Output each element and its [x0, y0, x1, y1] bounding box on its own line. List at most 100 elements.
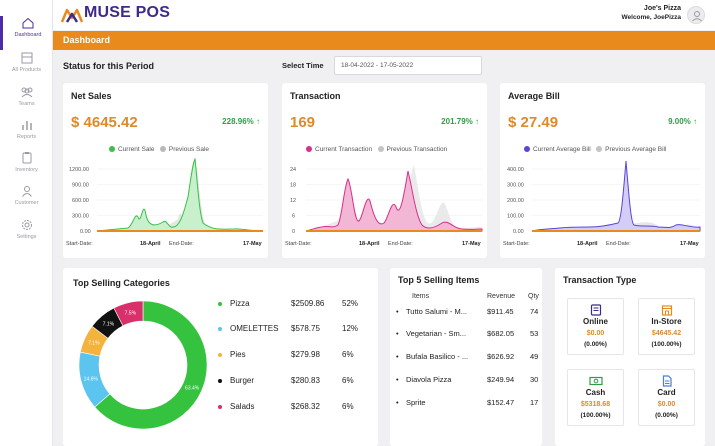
start-date-value: 18-April [140, 241, 161, 247]
sidebar-item-settings[interactable]: Settings [0, 218, 53, 252]
category-bullet [218, 327, 222, 331]
sidebar-item-all-products[interactable]: All Products [0, 51, 53, 85]
card-box: Card $0.00 (0.00%) [638, 369, 695, 426]
avatar[interactable] [687, 6, 705, 24]
donut-slices [78, 300, 208, 430]
sidebar-item-label: Teams [18, 101, 35, 107]
y-tick: 1200.00 [69, 167, 89, 173]
card-title: Transaction Type [563, 275, 637, 285]
sidebar: Dashboard All Products Teams Reports Inv… [0, 0, 53, 446]
category-bullet [218, 302, 222, 306]
settings-icon [21, 220, 32, 230]
donut-slice-label: 63.4% [185, 385, 200, 391]
bullet: • [396, 329, 399, 338]
legend: Current Transaction Previous Transaction [306, 146, 447, 153]
bullet: • [396, 375, 399, 384]
legend-previous: Previous Transaction [386, 146, 448, 153]
list-item[interactable]: • Sprite $152.47 17 [396, 398, 541, 410]
sidebar-item-label: Inventory [15, 167, 38, 173]
category-amount: $268.32 [291, 402, 320, 411]
item-qty: 49 [530, 352, 539, 361]
end-date-label: End-Date: [388, 241, 413, 247]
average-bill-chart: 400.00 300.00 200.00 100.00 0.00 [507, 160, 701, 235]
category-name: Salads [230, 402, 255, 411]
category-name: Burger [230, 376, 255, 385]
list-item[interactable]: • Vegetarian - Sm... $682.05 53 [396, 329, 541, 341]
top-bar: MUSE POS Joe's Pizza Welcome, JoePizza [53, 0, 715, 30]
type-label: Card [657, 388, 676, 397]
y-tick: 600.00 [72, 198, 89, 204]
sidebar-item-teams[interactable]: Teams [0, 85, 53, 119]
type-amount: $5318.68 [580, 401, 611, 408]
y-tick: 100.00 [507, 214, 524, 220]
sidebar-item-label: Dashboard [14, 32, 42, 38]
legend-current: Current Average Bill [533, 146, 591, 153]
bullet: • [396, 398, 399, 407]
select-time-label: Select Time [282, 61, 324, 70]
user-icon [692, 11, 702, 22]
top-items-card: Top 5 Selling Items Items Revenue Qty • T… [390, 268, 542, 446]
arrow-up-icon: ↑ [475, 117, 479, 126]
type-amount: $0.00 [657, 401, 676, 408]
date-range-input[interactable]: 18-04-2022 - 17-05-2022 [334, 56, 482, 75]
card-title: Transaction [290, 91, 341, 101]
item-qty: 17 [530, 398, 539, 407]
y-tick: 18 [290, 183, 296, 189]
item-qty: 53 [530, 329, 539, 338]
category-percent: 6% [342, 402, 354, 411]
arrow-up-icon: ↑ [693, 117, 697, 126]
legend-dot-current [524, 146, 530, 152]
sidebar-item-customer[interactable]: Customer [0, 184, 53, 218]
item-name: Vegetarian - Sm... [406, 329, 467, 338]
customer-icon [21, 186, 32, 197]
category-amount: $578.75 [291, 324, 320, 333]
list-item[interactable]: • Tutto Salumi - M... $911.45 74 [396, 307, 541, 319]
teams-icon [21, 87, 32, 98]
bullet: • [396, 352, 399, 361]
legend-dot-previous [377, 146, 384, 152]
column-header-items: Items [412, 293, 430, 300]
net-sales-card: Net Sales $ 4645.42 228.96% ↑ Current Sa… [63, 83, 268, 258]
y-tick: 300.00 [507, 183, 524, 189]
category-percent: 52% [342, 299, 359, 308]
list-item[interactable]: • Diavola Pizza $249.94 30 [396, 375, 541, 387]
item-revenue: $249.94 [487, 375, 515, 384]
sidebar-item-reports[interactable]: Reports [0, 118, 53, 152]
online-box: Online $0.00 (0.00%) [567, 298, 624, 355]
change-percent: 201.79% ↑ [441, 117, 479, 126]
sidebar-item-inventory[interactable]: Inventory [0, 151, 53, 185]
series-current [531, 160, 701, 232]
logo-icon [61, 8, 83, 23]
products-icon [21, 52, 32, 64]
donut-slice-label: 7.1% [88, 341, 100, 347]
type-amount: $4645.42 [651, 330, 682, 337]
y-tick: 24 [290, 167, 296, 173]
start-date-label: Start-Date: [503, 241, 530, 247]
type-label: Cash [585, 388, 606, 397]
sidebar-item-dashboard[interactable]: Dashboard [0, 16, 53, 50]
legend: Current Sale Previous Sale [109, 146, 209, 153]
item-name: Tutto Salumi - M... [406, 307, 467, 316]
end-date-label: End-Date: [606, 241, 631, 247]
card-title: Top Selling Categories [73, 278, 170, 288]
list-item[interactable]: • Bufala Basilico - ... $626.92 49 [396, 352, 541, 364]
category-name: Pies [230, 350, 246, 359]
category-amount: $2509.86 [291, 299, 325, 308]
start-date-label: Start-Date: [285, 241, 312, 247]
y-tick: 0.00 [80, 229, 91, 235]
y-tick: 6 [292, 214, 295, 220]
donut-slice-label: 14.6% [84, 377, 99, 383]
dashboard-header: Dashboard [53, 31, 715, 50]
transaction-type-card: Transaction Type Online $0.00 (0.00%) In… [555, 268, 705, 446]
card-title: Net Sales [71, 91, 112, 101]
category-name: Pizza [230, 299, 250, 308]
legend-previous: Previous Average Bill [605, 146, 667, 153]
y-tick: 300.00 [72, 214, 89, 220]
start-date-label: Start-Date: [66, 241, 93, 247]
y-tick: 200.00 [507, 198, 524, 204]
arrow-up-icon: ↑ [256, 117, 260, 126]
in-store-box: In-Store $4645.42 (100.00%) [638, 298, 695, 355]
legend: Current Average Bill Previous Average Bi… [524, 146, 666, 153]
category-row: Burger $280.83 6% [218, 376, 378, 388]
category-bullet [218, 405, 222, 409]
